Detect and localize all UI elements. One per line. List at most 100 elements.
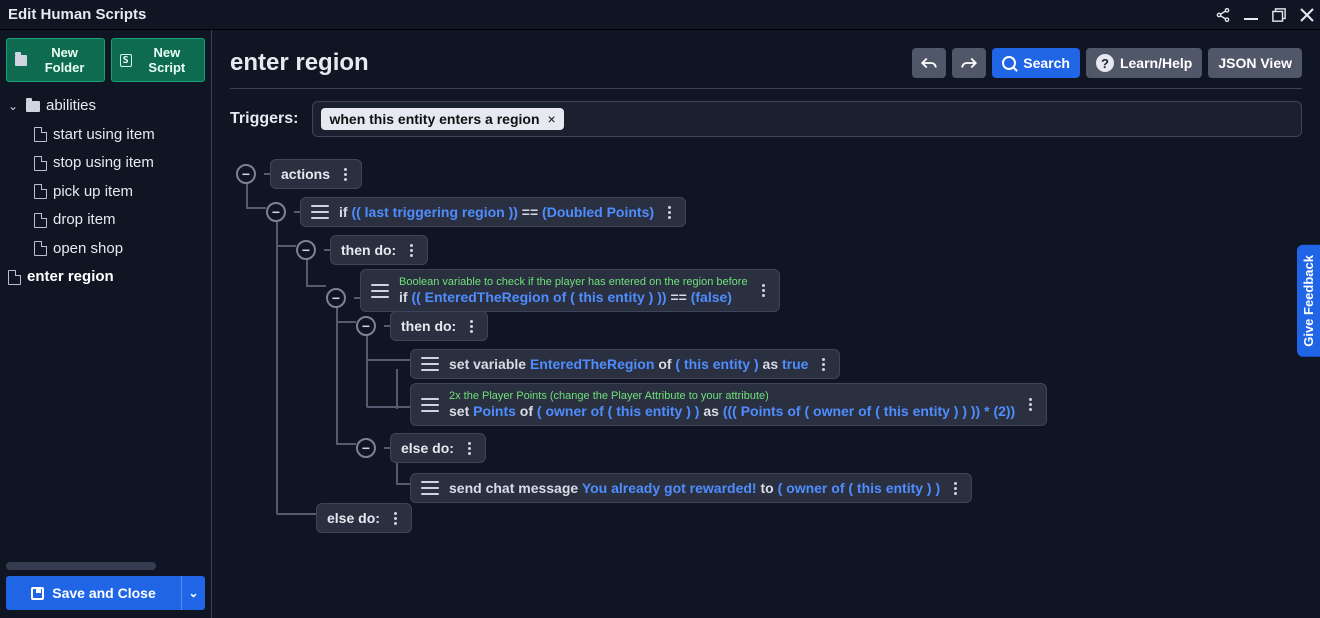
tree-item-label: pick up item (53, 178, 133, 207)
chat-to: to (760, 480, 773, 496)
undo-button[interactable] (912, 48, 946, 78)
tree-item-label: stop using item (53, 149, 154, 178)
script-tree: ⌄ abilities start using item stop using … (6, 92, 205, 292)
drag-handle-icon[interactable] (421, 481, 439, 495)
drag-handle-icon[interactable] (421, 398, 439, 412)
if-expr-right: (Doubled Points) (542, 204, 654, 220)
block-menu-icon[interactable] (464, 442, 475, 455)
sidebar-scrollbar[interactable] (6, 562, 156, 570)
share-icon[interactable] (1212, 4, 1234, 26)
if-block-entered[interactable]: Boolean variable to check if the player … (360, 269, 780, 312)
then-block-inner[interactable]: then do: (390, 311, 488, 341)
if-op: == (522, 204, 538, 220)
give-feedback-tab[interactable]: Give Feedback (1297, 245, 1320, 357)
script-icon (8, 270, 21, 285)
setpts-keyword: set (449, 403, 469, 419)
block-menu-icon[interactable] (950, 482, 961, 495)
block-menu-icon[interactable] (390, 512, 401, 525)
collapse-handle[interactable]: − (326, 288, 346, 308)
tree-item-label: start using item (53, 121, 155, 150)
block-menu-icon[interactable] (466, 320, 477, 333)
script-icon: S (120, 54, 132, 67)
setvar-entity: ( this entity ) (675, 356, 758, 372)
set-points-block[interactable]: 2x the Player Points (change the Player … (410, 383, 1047, 426)
collapse-handle[interactable]: − (266, 202, 286, 222)
block-menu-icon[interactable] (758, 284, 769, 297)
save-and-close-button[interactable]: Save and Close (6, 576, 181, 610)
setpts-value: ((( Points of ( owner of ( this entity )… (723, 403, 1015, 419)
save-label: Save and Close (52, 585, 156, 601)
triggers-label: Triggers: (230, 110, 298, 128)
tree-item-pick-up-item[interactable]: pick up item (6, 178, 205, 207)
minimize-icon[interactable] (1240, 4, 1262, 26)
tree-item-label: drop item (53, 206, 116, 235)
close-icon[interactable] (1296, 4, 1318, 26)
if-expr-left: (( EnteredTheRegion of ( this entity ) )… (411, 289, 666, 305)
new-folder-button[interactable]: New Folder (6, 38, 105, 82)
chat-keyword: send chat message (449, 480, 578, 496)
remove-chip-icon[interactable]: × (548, 111, 556, 127)
new-script-label: New Script (138, 45, 196, 75)
block-menu-icon[interactable] (406, 244, 417, 257)
else-block-inner[interactable]: else do: (390, 433, 486, 463)
search-button[interactable]: Search (992, 48, 1080, 78)
tree-item-label: open shop (53, 235, 123, 264)
drag-handle-icon[interactable] (371, 284, 389, 298)
tree-item-start-using-item[interactable]: start using item (6, 121, 205, 150)
actions-label: actions (281, 166, 330, 182)
collapse-handle[interactable]: − (236, 164, 256, 184)
learn-help-button[interactable]: ? Learn/Help (1086, 48, 1202, 78)
tree-item-enter-region[interactable]: enter region (6, 263, 205, 292)
setpts-of: of (520, 403, 533, 419)
chat-target: ( owner of ( this entity ) ) (778, 480, 941, 496)
comment-label: Boolean variable to check if the player … (399, 276, 748, 288)
drag-handle-icon[interactable] (421, 357, 439, 371)
if-keyword: if (339, 204, 348, 220)
actions-block[interactable]: actions (270, 159, 362, 189)
else-label: else do: (327, 510, 380, 526)
folder-icon (26, 101, 40, 112)
json-view-button[interactable]: JSON View (1208, 48, 1302, 78)
trigger-chip-label: when this entity enters a region (329, 111, 539, 127)
tree-item-drop-item[interactable]: drop item (6, 206, 205, 235)
block-menu-icon[interactable] (340, 168, 351, 181)
trigger-chip[interactable]: when this entity enters a region × (321, 108, 563, 130)
set-variable-block[interactable]: set variable EnteredTheRegion of ( this … (410, 349, 840, 379)
send-chat-block[interactable]: send chat message You already got reward… (410, 473, 972, 503)
save-icon (31, 587, 44, 600)
collapse-handle[interactable]: − (356, 438, 376, 458)
new-script-button[interactable]: S New Script (111, 38, 205, 82)
page-title: enter region (230, 49, 912, 77)
block-menu-icon[interactable] (664, 206, 675, 219)
if-op: == (670, 289, 686, 305)
tree-item-open-shop[interactable]: open shop (6, 235, 205, 264)
save-dropdown-button[interactable]: ⌄ (181, 576, 205, 610)
script-icon (34, 184, 47, 199)
collapse-handle[interactable]: − (356, 316, 376, 336)
then-block[interactable]: then do: (330, 235, 428, 265)
block-menu-icon[interactable] (818, 358, 829, 371)
redo-button[interactable] (952, 48, 986, 78)
tree-item-label: enter region (27, 263, 114, 292)
else-label: else do: (401, 440, 454, 456)
new-folder-label: New Folder (33, 45, 95, 75)
if-block-region[interactable]: if (( last triggering region )) == (Doub… (300, 197, 686, 227)
drag-handle-icon[interactable] (311, 205, 329, 219)
else-block[interactable]: else do: (316, 503, 412, 533)
setvar-keyword: set variable (449, 356, 526, 372)
setpts-name: Points (473, 403, 516, 419)
tree-item-stop-using-item[interactable]: stop using item (6, 149, 205, 178)
folder-icon (15, 55, 27, 66)
block-menu-icon[interactable] (1025, 398, 1036, 411)
maximize-icon[interactable] (1268, 4, 1290, 26)
setpts-entity: ( owner of ( this entity ) ) (537, 403, 700, 419)
search-icon (1002, 56, 1017, 71)
if-expr-left: (( last triggering region )) (351, 204, 517, 220)
search-label: Search (1023, 55, 1070, 71)
feedback-label: Give Feedback (1301, 255, 1316, 347)
chevron-down-icon: ⌄ (8, 95, 20, 118)
tree-folder-abilities[interactable]: ⌄ abilities (6, 92, 205, 121)
titlebar: Edit Human Scripts (0, 0, 1320, 30)
triggers-input[interactable]: when this entity enters a region × (312, 101, 1302, 137)
collapse-handle[interactable]: − (296, 240, 316, 260)
